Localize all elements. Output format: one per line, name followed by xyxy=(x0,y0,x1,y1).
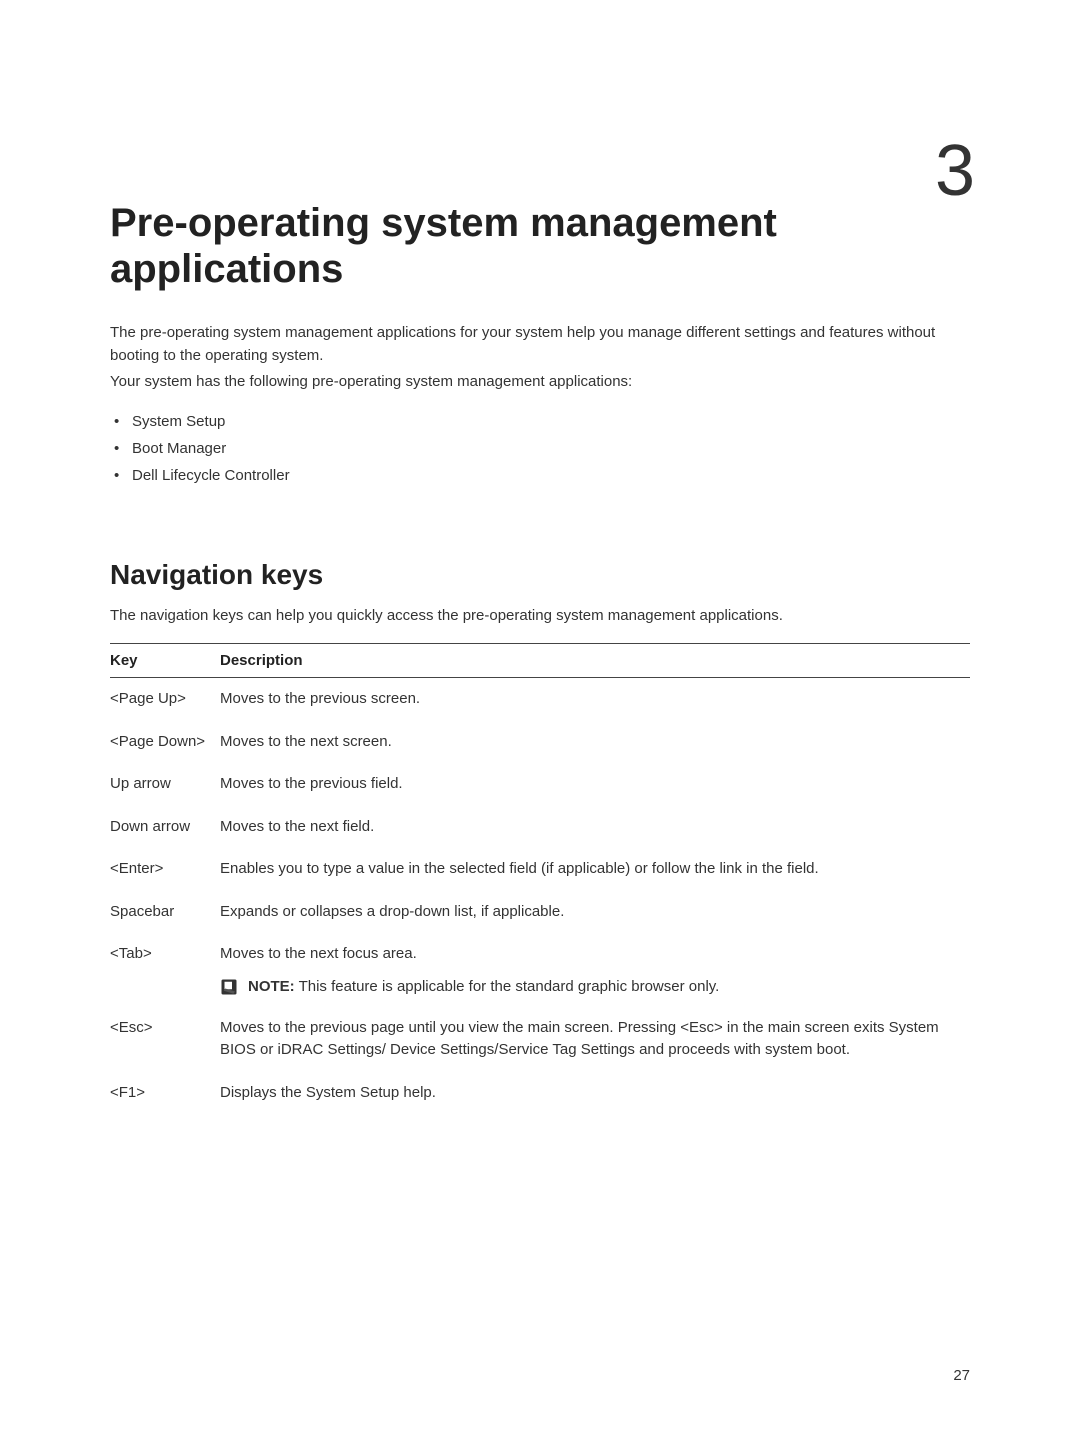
table-cell-description: Moves to the previous screen. xyxy=(220,678,970,721)
table-row: <F1> Displays the System Setup help. xyxy=(110,1072,970,1115)
table-row: Spacebar Expands or collapses a drop-dow… xyxy=(110,891,970,934)
table-cell-description: Expands or collapses a drop-down list, i… xyxy=(220,891,970,934)
intro-bullet-list: System Setup Boot Manager Dell Lifecycle… xyxy=(110,408,970,489)
note-label: NOTE: xyxy=(248,978,295,995)
table-cell-description: Enables you to type a value in the selec… xyxy=(220,848,970,891)
table-cell-description: Moves to the next field. xyxy=(220,806,970,849)
table-row: <Enter> Enables you to type a value in t… xyxy=(110,848,970,891)
table-header-key: Key xyxy=(110,644,220,678)
section-heading: Navigation keys xyxy=(110,559,970,591)
chapter-number: 3 xyxy=(935,130,975,212)
table-cell-description: Moves to the previous page until you vie… xyxy=(220,1007,970,1072)
table-row: <Page Down> Moves to the next screen. xyxy=(110,721,970,764)
table-cell-key: <Tab> xyxy=(110,933,220,1007)
table-cell-key: <F1> xyxy=(110,1072,220,1115)
note-body: This feature is applicable for the stand… xyxy=(295,978,720,995)
chapter-title: Pre-operating system management applicat… xyxy=(110,200,970,292)
section-intro: The navigation keys can help you quickly… xyxy=(110,605,970,628)
table-cell-key: <Esc> xyxy=(110,1007,220,1072)
note-block: NOTE: This feature is applicable for the… xyxy=(220,976,960,997)
bullet-item: Dell Lifecycle Controller xyxy=(110,462,970,489)
bullet-item: Boot Manager xyxy=(110,435,970,462)
table-row: <Page Up> Moves to the previous screen. xyxy=(110,678,970,721)
table-cell-key: <Page Down> xyxy=(110,721,220,764)
navigation-keys-table: Key Description <Page Up> Moves to the p… xyxy=(110,643,970,1114)
page-number: 27 xyxy=(953,1367,970,1384)
table-header-description: Description xyxy=(220,644,970,678)
intro-paragraph-2: Your system has the following pre-operat… xyxy=(110,371,970,394)
table-row: <Esc> Moves to the previous page until y… xyxy=(110,1007,970,1072)
note-icon xyxy=(220,978,238,996)
table-cell-description: Moves to the next focus area. NOTE: This… xyxy=(220,933,970,1007)
note-text: NOTE: This feature is applicable for the… xyxy=(248,976,719,997)
table-cell-key: Down arrow xyxy=(110,806,220,849)
table-cell-description: Moves to the previous field. xyxy=(220,763,970,806)
table-cell-description: Moves to the next screen. xyxy=(220,721,970,764)
table-row: Down arrow Moves to the next field. xyxy=(110,806,970,849)
table-cell-key: Up arrow xyxy=(110,763,220,806)
table-cell-description-text: Moves to the next focus area. xyxy=(220,945,417,962)
intro-paragraph-1: The pre-operating system management appl… xyxy=(110,322,970,367)
bullet-item: System Setup xyxy=(110,408,970,435)
table-cell-key: <Page Up> xyxy=(110,678,220,721)
table-cell-key: <Enter> xyxy=(110,848,220,891)
table-row: Up arrow Moves to the previous field. xyxy=(110,763,970,806)
table-cell-key: Spacebar xyxy=(110,891,220,934)
table-row: <Tab> Moves to the next focus area. NOTE… xyxy=(110,933,970,1007)
table-cell-description: Displays the System Setup help. xyxy=(220,1072,970,1115)
